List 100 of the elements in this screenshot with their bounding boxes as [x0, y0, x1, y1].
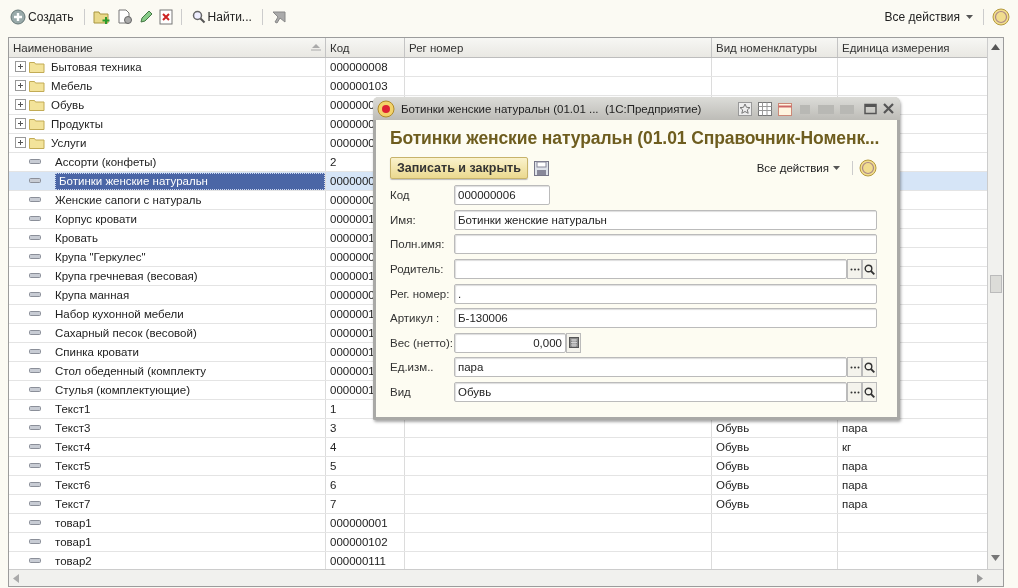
- scroll-right-icon[interactable]: [977, 573, 983, 583]
- table-cell: Мебель: [51, 80, 93, 92]
- table-cell: 0000000: [330, 175, 375, 187]
- table-cell: Корпус кровати: [55, 213, 137, 225]
- folder-icon: [29, 61, 45, 73]
- field-label: Имя:: [390, 213, 417, 226]
- create-button[interactable]: Создать: [8, 7, 76, 27]
- table-cell: Ассорти (конфеты): [55, 156, 157, 168]
- table-cell: Женские сапоги с натураль: [55, 194, 202, 206]
- ellipsis-icon: [849, 267, 860, 271]
- search-icon: [864, 386, 875, 398]
- table-cell: 3: [330, 422, 337, 434]
- table-cell: 0000001: [330, 270, 375, 282]
- add-folder-icon[interactable]: [92, 9, 111, 25]
- table-cell: пара: [842, 422, 868, 434]
- item-icon: [29, 159, 41, 165]
- field-label: Вид: [390, 386, 412, 399]
- item-icon: [29, 197, 41, 203]
- table-icon[interactable]: [758, 101, 772, 116]
- save-icon[interactable]: [533, 160, 549, 176]
- table-cell: 0000000: [330, 251, 375, 263]
- item-icon: [29, 178, 41, 184]
- item-icon: [29, 425, 41, 431]
- all-actions-button[interactable]: Все действия: [750, 161, 846, 175]
- column-header[interactable]: Наименование: [13, 41, 93, 54]
- save-close-button[interactable]: Записать и закрыть: [390, 157, 528, 179]
- input-field[interactable]: Ботинки женские натуральн: [454, 209, 877, 230]
- item-icon: [29, 520, 41, 526]
- table-cell: Стулья (комплектующие): [55, 384, 190, 396]
- table-cell: Обувь: [716, 441, 750, 453]
- table-cell: 0000001: [330, 213, 375, 225]
- pencil-icon[interactable]: [138, 10, 153, 24]
- table-cell: Крупа гречневая (весовая): [55, 270, 198, 282]
- expand-icon[interactable]: [15, 137, 26, 148]
- input-field[interactable]: .: [454, 283, 877, 304]
- all-actions-button[interactable]: Все действия: [882, 8, 975, 26]
- copy-icon[interactable]: [116, 9, 133, 25]
- caret-icon: [966, 15, 973, 19]
- tools-icon[interactable]: [270, 9, 287, 25]
- expand-icon[interactable]: [15, 61, 26, 72]
- input-field[interactable]: 000000006: [454, 185, 550, 206]
- item-icon: [29, 349, 41, 355]
- expand-icon[interactable]: [15, 99, 26, 110]
- table-cell: Текст4: [55, 441, 91, 453]
- scroll-up-icon[interactable]: [991, 44, 1000, 50]
- column-header[interactable]: Рег номер: [405, 38, 712, 57]
- help-icon[interactable]: [859, 159, 877, 177]
- maximize-icon[interactable]: [864, 102, 877, 115]
- input-field[interactable]: пара: [454, 357, 847, 378]
- table-cell: 6: [330, 479, 337, 491]
- field-label: Код: [390, 189, 411, 202]
- table-cell: 2: [330, 156, 337, 168]
- app-logo-icon: [377, 99, 395, 118]
- help-icon[interactable]: [992, 8, 1010, 26]
- table-cell: 0000000: [330, 289, 375, 301]
- table-cell: 0000000: [330, 118, 375, 130]
- search-button[interactable]: [862, 259, 877, 280]
- delete-icon[interactable]: [158, 9, 173, 25]
- search-button[interactable]: [862, 382, 877, 403]
- scroll-thumb[interactable]: [990, 275, 1002, 293]
- field-label: Родитель:: [390, 263, 445, 276]
- table-cell: 4: [330, 441, 337, 453]
- find-button[interactable]: Найти...: [189, 8, 254, 26]
- expand-icon[interactable]: [15, 80, 26, 91]
- calculator-button[interactable]: [566, 332, 581, 353]
- table-cell: Текст3: [55, 422, 91, 434]
- column-header[interactable]: Вид номенклатуры: [712, 38, 838, 57]
- item-icon: [29, 330, 41, 336]
- item-icon: [29, 406, 41, 412]
- item-icon: [29, 558, 41, 564]
- column-header[interactable]: Код: [326, 38, 405, 57]
- scroll-down-icon[interactable]: [991, 555, 1000, 561]
- calendar-icon[interactable]: [778, 101, 792, 116]
- table-cell: кг: [842, 441, 852, 453]
- caret-icon: [833, 166, 840, 170]
- item-icon: [29, 216, 41, 222]
- ellipsis-icon: [849, 365, 860, 369]
- table-cell: 0000001: [330, 365, 375, 377]
- table-cell: 0000000: [330, 137, 375, 149]
- item-icon: [29, 387, 41, 393]
- table-cell: 1: [330, 403, 337, 415]
- star-icon[interactable]: [738, 101, 752, 116]
- expand-icon[interactable]: [15, 118, 26, 129]
- table-cell: Сахарный песок (весовой): [55, 327, 197, 339]
- dialog-title: Ботинки женские натуральн (01.01 ... (1С:Предприятие): [401, 102, 703, 115]
- table-cell: товар1: [55, 536, 92, 548]
- ellipsis-icon: [849, 390, 860, 394]
- field-label: Полн.имя:: [390, 238, 446, 251]
- table-cell: Обувь: [716, 498, 750, 510]
- input-field[interactable]: Б-130006: [454, 308, 877, 329]
- table-cell: 0000000: [330, 194, 375, 206]
- table-cell: Текст6: [55, 479, 91, 491]
- input-field[interactable]: 0,000: [454, 332, 566, 353]
- table-cell: 000000001: [330, 517, 388, 529]
- input-field[interactable]: Обувь: [454, 382, 847, 403]
- search-button[interactable]: [862, 357, 877, 378]
- table-cell: Крупа манная: [55, 289, 130, 301]
- table-cell: Продукты: [51, 118, 103, 130]
- close-icon[interactable]: [883, 103, 894, 114]
- search-icon: [864, 263, 875, 275]
